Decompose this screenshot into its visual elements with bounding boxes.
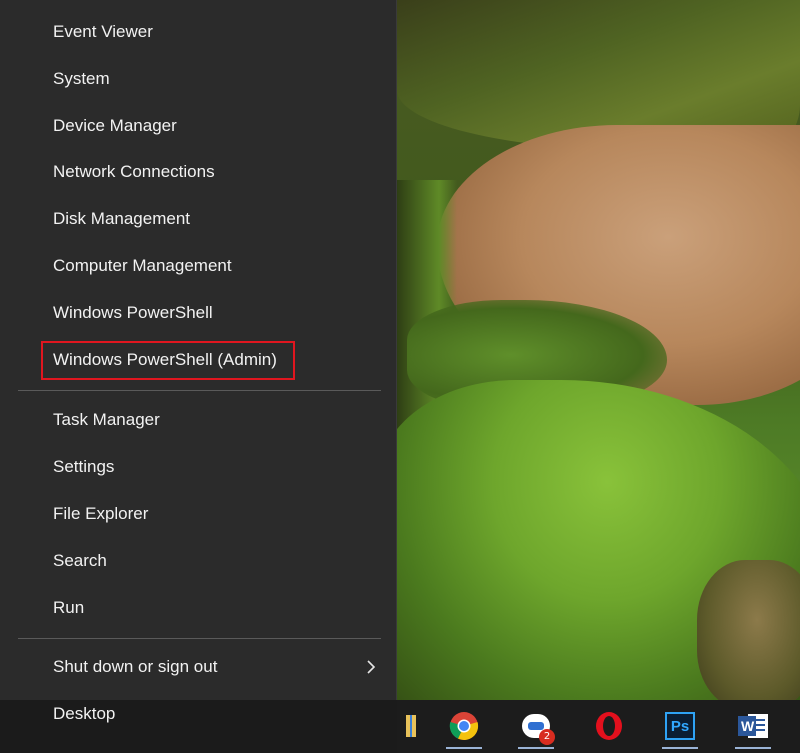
taskbar-word[interactable]: W <box>729 703 777 749</box>
taskbar-zoho[interactable]: 2 <box>512 703 560 749</box>
active-indicator <box>735 747 771 749</box>
menu-item-task-manager[interactable]: Task Manager <box>0 400 396 440</box>
chevron-right-icon <box>367 660 376 674</box>
menu-item-device-manager[interactable]: Device Manager <box>0 106 396 146</box>
notification-badge: 2 <box>539 729 555 745</box>
word-label: W <box>741 718 755 734</box>
taskbar-opera[interactable] <box>585 703 633 749</box>
menu-item-file-explorer[interactable]: File Explorer <box>0 494 396 534</box>
menu-item-shut-down-or-sign-out[interactable]: Shut down or sign out <box>0 647 396 687</box>
menu-item-network-connections[interactable]: Network Connections <box>0 152 396 192</box>
menu-item-run[interactable]: Run <box>0 588 396 628</box>
menu-item-settings[interactable]: Settings <box>0 447 396 487</box>
menu-item-desktop[interactable]: Desktop <box>0 694 396 734</box>
menu-separator <box>18 638 381 639</box>
active-indicator <box>446 747 482 749</box>
opera-icon <box>596 712 622 740</box>
active-indicator <box>518 747 554 749</box>
power-user-menu: Event Viewer System Device Manager Netwo… <box>0 0 397 723</box>
menu-item-windows-powershell[interactable]: Windows PowerShell <box>0 293 396 333</box>
highlight-annotation-box <box>41 341 295 380</box>
menu-item-computer-management[interactable]: Computer Management <box>0 246 396 286</box>
active-indicator <box>662 747 698 749</box>
taskbar-photoshop[interactable]: Ps <box>656 703 704 749</box>
wallpaper-rock-right <box>697 560 800 700</box>
menu-separator <box>18 390 381 391</box>
photoshop-label: Ps <box>670 717 690 735</box>
menu-item-search[interactable]: Search <box>0 541 396 581</box>
desktop-wallpaper <box>397 0 800 700</box>
taskbar: 2 Ps W <box>397 700 800 753</box>
taskbar-file-explorer[interactable] <box>379 703 427 749</box>
menu-item-disk-management[interactable]: Disk Management <box>0 199 396 239</box>
menu-item-event-viewer[interactable]: Event Viewer <box>0 12 396 52</box>
menu-item-label: Shut down or sign out <box>53 657 218 676</box>
taskbar-chrome[interactable] <box>440 703 488 749</box>
menu-item-system[interactable]: System <box>0 59 396 99</box>
file-explorer-icon <box>406 715 416 737</box>
chrome-icon <box>449 712 479 740</box>
